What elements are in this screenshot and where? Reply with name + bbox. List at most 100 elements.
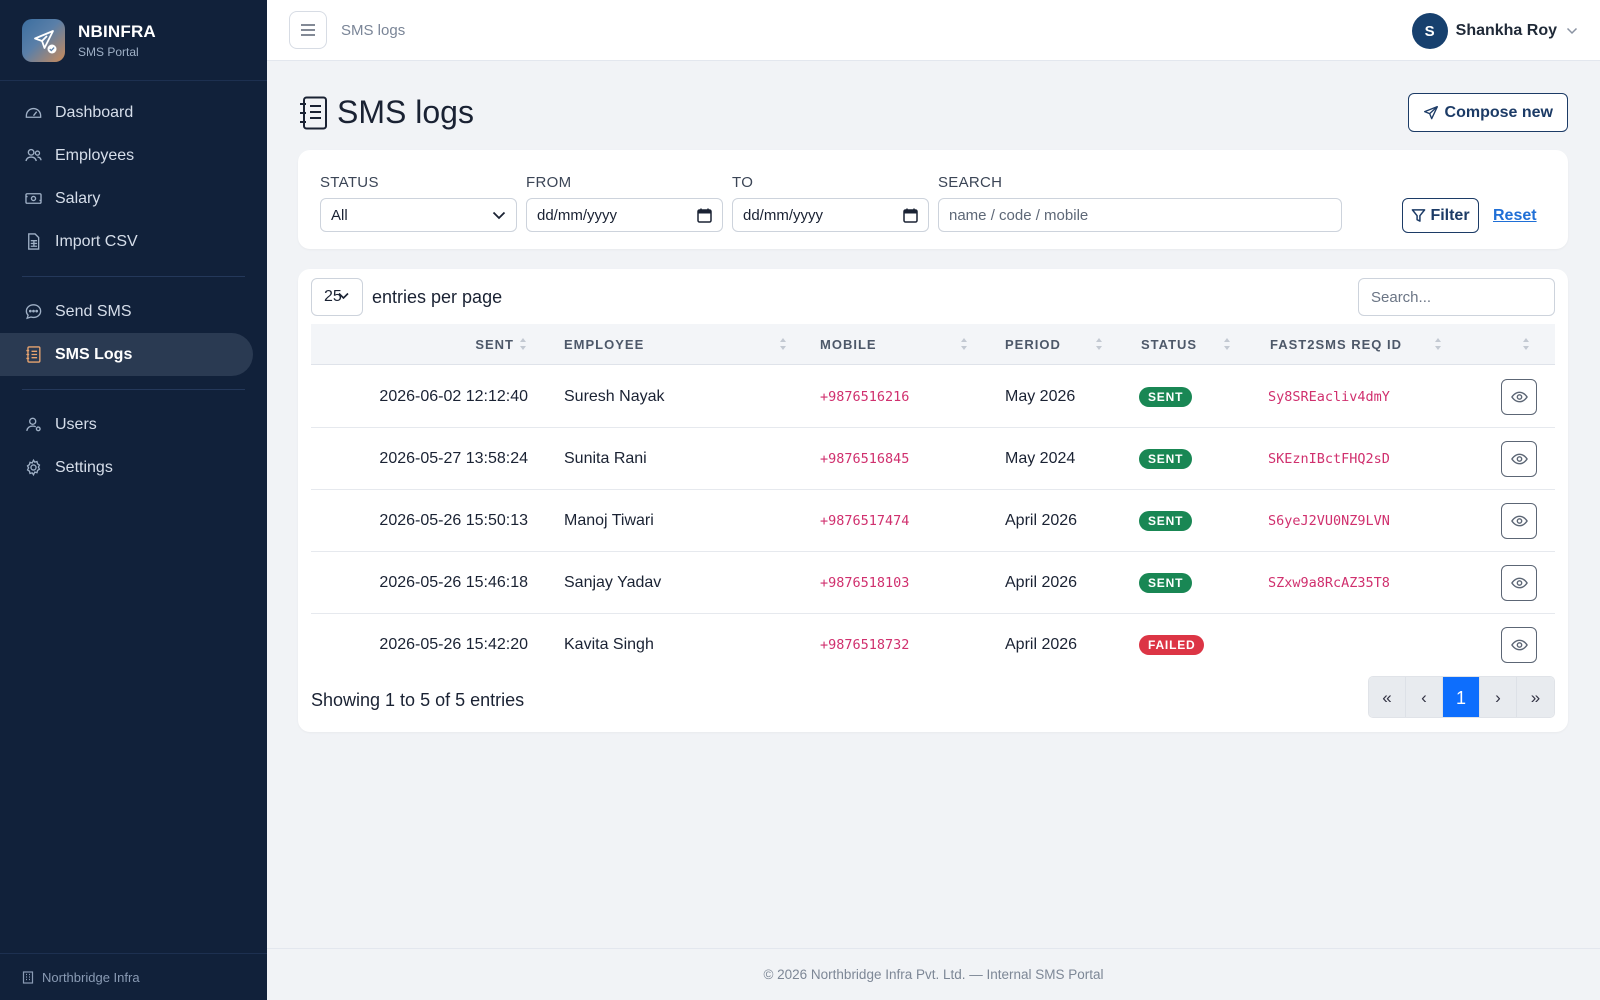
- sort-icon[interactable]: [779, 336, 787, 352]
- req-id-cell: SZxw9a8RcAZ35T8: [1268, 575, 1390, 591]
- view-button[interactable]: [1501, 565, 1537, 601]
- status-badge: FAILED: [1139, 635, 1205, 655]
- req-id-cell: Sy8SREacliv4dmY: [1268, 389, 1390, 405]
- spreadsheet-icon: [23, 232, 43, 252]
- first-page-button[interactable]: «: [1369, 677, 1406, 717]
- sent-cell: 2026-05-26 15:42:20: [379, 636, 528, 653]
- entries-summary: Showing 1 to 5 of 5 entries: [311, 690, 525, 710]
- user-menu[interactable]: S Shankha Roy: [1411, 13, 1578, 49]
- period-cell: April 2026: [1005, 574, 1078, 591]
- from-label: FROM: [526, 174, 572, 191]
- from-date-input[interactable]: dd/mm/yyyy: [526, 198, 723, 232]
- column-header-mobile[interactable]: MOBILE: [820, 324, 877, 365]
- menu-toggle-button[interactable]: [289, 11, 327, 49]
- logs-table-card: 25 entries per page Search... SENT EMPLO…: [298, 269, 1568, 732]
- main-content: SMS logs Compose new STATUS All FROM dd/…: [267, 61, 1600, 948]
- reset-link[interactable]: Reset: [1493, 207, 1537, 225]
- column-label: SENT: [475, 337, 514, 352]
- sidebar-item-salary[interactable]: Salary: [8, 177, 253, 220]
- eye-icon: [1510, 515, 1528, 527]
- last-page-button[interactable]: »: [1517, 677, 1554, 717]
- sent-cell: 2026-05-27 13:58:24: [379, 450, 528, 467]
- mobile-cell: +9876517474: [820, 513, 910, 529]
- sent-cell: 2026-06-02 12:12:40: [379, 388, 528, 405]
- column-label: PERIOD: [1005, 337, 1061, 352]
- sidebar-item-label: Settings: [55, 458, 113, 476]
- brand-name: NBINFRA: [78, 21, 156, 41]
- sidebar-item-import-csv[interactable]: Import CSV: [8, 220, 253, 263]
- sidebar-item-employees[interactable]: Employees: [8, 134, 253, 177]
- calendar-icon[interactable]: [903, 208, 918, 223]
- prev-page-button[interactable]: ‹: [1406, 677, 1443, 717]
- table-search-input[interactable]: Search...: [1358, 278, 1555, 316]
- page-1-button[interactable]: 1: [1443, 677, 1480, 717]
- per-page-select[interactable]: 25: [311, 278, 363, 316]
- table-row: 2026-05-26 15:50:13 Manoj Tiwari +987651…: [311, 490, 1555, 552]
- column-header-sent[interactable]: SENT: [311, 324, 514, 365]
- column-header-status[interactable]: STATUS: [1141, 324, 1197, 365]
- employee-cell: Manoj Tiwari: [564, 512, 654, 529]
- employee-cell: Kavita Singh: [564, 636, 654, 653]
- sidebar-item-send-sms[interactable]: Send SMS: [8, 290, 253, 333]
- cash-icon: [23, 189, 43, 209]
- sidebar-footer: Northbridge Infra: [0, 953, 267, 1000]
- nav-divider: [22, 276, 245, 277]
- sort-icon[interactable]: [1434, 336, 1442, 352]
- column-header-employee[interactable]: EMPLOYEE: [564, 324, 644, 365]
- eye-icon: [1510, 453, 1528, 465]
- chevron-down-icon: [1566, 27, 1578, 35]
- user-icon: [23, 415, 43, 435]
- entries-per-page: 25 entries per page: [311, 278, 502, 316]
- column-header-period[interactable]: PERIOD: [1005, 324, 1061, 365]
- brand-subtitle: SMS Portal: [78, 44, 139, 59]
- page-header: SMS logs: [298, 94, 474, 131]
- table-row: 2026-05-26 15:46:18 Sanjay Yadav +987651…: [311, 552, 1555, 614]
- hamburger-icon: [300, 23, 316, 37]
- search-input[interactable]: name / code / mobile: [938, 198, 1342, 232]
- search-label: SEARCH: [938, 174, 1003, 191]
- sort-icon[interactable]: [519, 336, 527, 352]
- calendar-icon[interactable]: [697, 208, 712, 223]
- nav-divider: [22, 389, 245, 390]
- sent-cell: 2026-05-26 15:46:18: [379, 574, 528, 591]
- compose-new-button[interactable]: Compose new: [1407, 93, 1568, 132]
- next-page-button[interactable]: ›: [1480, 677, 1517, 717]
- filter-label: Filter: [1430, 206, 1470, 224]
- employee-cell: Sanjay Yadav: [564, 574, 662, 591]
- period-cell: April 2026: [1005, 512, 1078, 529]
- table-row: 2026-06-02 12:12:40 Suresh Nayak +987651…: [311, 366, 1555, 428]
- to-date-input[interactable]: dd/mm/yyyy: [732, 198, 929, 232]
- sidebar-item-label: Send SMS: [55, 302, 132, 320]
- column-label: STATUS: [1141, 337, 1198, 352]
- mobile-cell: +9876518732: [820, 637, 910, 653]
- sidebar-item-users[interactable]: Users: [8, 403, 253, 446]
- from-date-value: dd/mm/yyyy: [537, 206, 618, 224]
- table-header: SENT EMPLOYEE MOBILE PERIOD STATUS FAST2…: [311, 324, 1555, 365]
- sidebar: NBINFRA SMS Portal Dashboard Employees S…: [0, 0, 267, 1000]
- brand[interactable]: NBINFRA SMS Portal: [0, 0, 267, 81]
- filter-panel: STATUS All FROM dd/mm/yyyy TO dd/mm/yyyy…: [298, 150, 1568, 249]
- view-button[interactable]: [1501, 503, 1537, 539]
- eye-icon: [1510, 639, 1528, 651]
- sidebar-item-label: SMS Logs: [55, 345, 133, 363]
- status-select[interactable]: All: [320, 198, 517, 232]
- filter-button[interactable]: Filter: [1402, 198, 1479, 233]
- view-button[interactable]: [1501, 441, 1537, 477]
- sort-icon[interactable]: [1095, 336, 1103, 352]
- mobile-cell: +9876518103: [820, 575, 910, 591]
- company-name: Northbridge Infra: [42, 969, 140, 985]
- topbar: SMS logs S Shankha Roy: [267, 0, 1600, 61]
- send-icon: [1423, 105, 1439, 121]
- sidebar-item-settings[interactable]: Settings: [8, 446, 253, 489]
- sort-icon[interactable]: [1223, 336, 1231, 352]
- chevron-down-icon: [492, 211, 506, 220]
- column-header-req-id[interactable]: FAST2SMS REQ ID: [1270, 324, 1402, 365]
- per-page-label: entries per page: [372, 286, 503, 307]
- view-button[interactable]: [1501, 627, 1537, 663]
- sidebar-item-dashboard[interactable]: Dashboard: [8, 91, 253, 134]
- sidebar-item-sms-logs[interactable]: SMS Logs: [0, 333, 253, 376]
- view-button[interactable]: [1501, 379, 1537, 415]
- column-label: MOBILE: [820, 337, 877, 352]
- sort-icon[interactable]: [960, 336, 968, 352]
- sort-icon[interactable]: [1522, 336, 1530, 352]
